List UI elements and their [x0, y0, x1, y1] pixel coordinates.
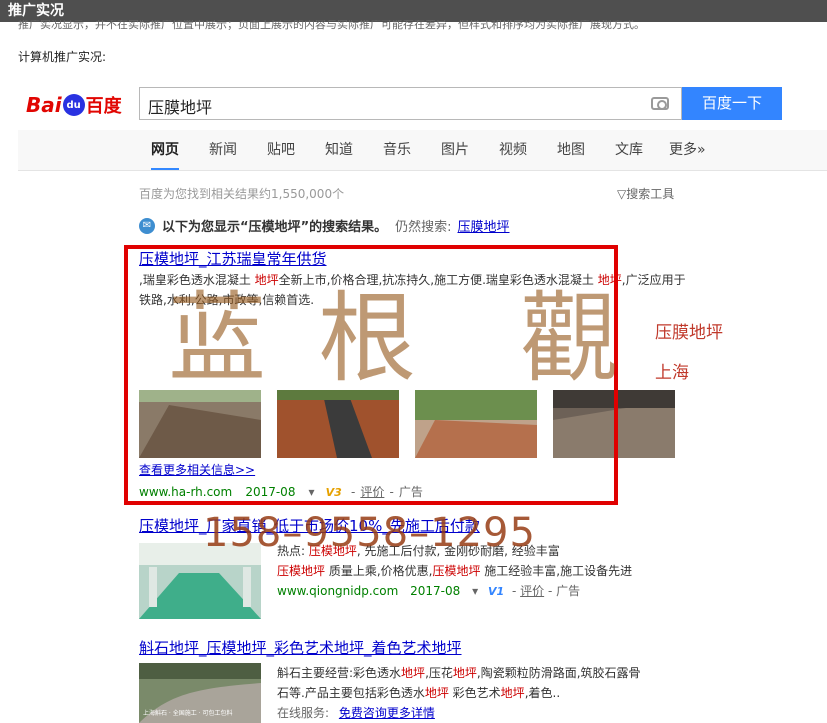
titlebar: 推广实况 — [0, 0, 827, 22]
watermark-char-2: 根 — [318, 282, 417, 396]
search-tools-label: 搜索工具 — [626, 187, 675, 201]
desc-text: 彩色艺术 — [448, 686, 501, 700]
tab-images[interactable]: 图片 — [441, 130, 469, 170]
watermark-char-1: 蓝 — [168, 282, 267, 396]
result2-url[interactable]: www.qiongnidp.com — [277, 584, 398, 598]
tab-more[interactable]: 更多» — [669, 130, 706, 170]
thumb-caption: 上海斛石 · 全国施工 · 可包工包料 — [143, 709, 232, 717]
watermark-label-2: 上海 — [655, 363, 689, 383]
desc-text: 施工经验丰富,施工设备先进 — [480, 564, 633, 578]
notice-icon: ✉ — [139, 217, 155, 234]
keyword-highlight: 地坪 — [500, 686, 525, 700]
result3-title[interactable]: 斛石地坪_压模地坪_彩色艺术地坪_着色艺术地坪 — [139, 637, 462, 658]
correction-notice: ✉ 以下为您显示“ 压模地坪 ”的搜索结果。 仍然搜索: 压膜地坪 — [139, 216, 510, 235]
tab-web[interactable]: 网页 — [151, 130, 179, 170]
notice-keyword: 压模地坪 — [248, 220, 301, 235]
result3-desc: 斛石主要经营:彩色透水地坪,压花地坪,陶瓷颗粒防滑路面,筑胶石露骨 石等.产品主… — [277, 663, 697, 723]
search-input[interactable]: 压膜地坪 — [139, 87, 682, 120]
watermark-phone: 158–9558–1295 — [203, 510, 536, 556]
notice-suffix: ”的搜索结果。 — [300, 220, 388, 235]
baidu-logo[interactable]: Bai du 百度 — [26, 90, 122, 120]
result3-line2: 石等.产品主要包括彩色透水地坪 彩色艺术地坪,着色.. — [277, 683, 697, 703]
disclaimer-line: 推广实况显示，并不在实际推广位置中展示；页面上展示的内容与实际推广可能存在差异，… — [18, 20, 645, 30]
service-label: 在线服务: — [277, 706, 330, 720]
tab-wenku[interactable]: 文库 — [615, 130, 643, 170]
paw-icon: du — [62, 94, 85, 116]
filter-icon: ▽ — [617, 187, 627, 201]
original-query-link[interactable]: 压膜地坪 — [458, 216, 510, 235]
result3-service: 在线服务: 免费咨询更多详情 — [277, 703, 697, 723]
keyword-highlight: 地坪 — [424, 686, 449, 700]
search-query: 压膜地坪 — [148, 98, 213, 117]
desc-text: 质量上乘,价格优惠, — [325, 564, 433, 578]
result2-meta: www.qiongnidp.com 2017-08 ▾ V1 - 评价 - 广告 — [277, 584, 581, 598]
tab-map[interactable]: 地图 — [557, 130, 585, 170]
v-badge-icon[interactable]: V1 — [488, 585, 504, 598]
search-tabs: 网页 新闻 贴吧 知道 音乐 图片 视频 地图 文库 更多» — [18, 130, 827, 171]
logo-text-bai: Bai — [26, 93, 62, 117]
result2-comment-link[interactable]: 评价 — [520, 584, 544, 598]
search-button[interactable]: 百度一下 — [682, 87, 782, 120]
tab-zhidao[interactable]: 知道 — [325, 130, 353, 170]
desc-text: ,陶瓷颗粒防滑路面,筑胶石露骨 — [476, 666, 641, 680]
tab-video[interactable]: 视频 — [499, 130, 527, 170]
keyword-highlight: 压模地坪 — [432, 564, 481, 578]
result2-date: 2017-08 — [410, 584, 461, 598]
intro-label: 计算机推广实况: — [18, 50, 107, 64]
watermark-label-1: 压膜地坪 — [655, 323, 723, 343]
result2-ad-label: 广告 — [556, 584, 581, 598]
notice-prefix: 以下为您显示“ — [162, 220, 249, 235]
watermark-char-3: 觀 — [520, 282, 619, 396]
dropdown-arrow-icon[interactable]: ▾ — [472, 584, 478, 598]
desc-text: ,着色.. — [524, 686, 561, 700]
camera-icon[interactable] — [651, 97, 669, 110]
search-tools[interactable]: ▽搜索工具 — [617, 185, 674, 202]
still-search-label: 仍然搜索: — [395, 220, 452, 235]
result2-line2: 压模地坪 质量上乘,价格优惠,压模地坪 施工经验丰富,施工设备先进 — [277, 561, 697, 581]
desc-text: 斛石主要经营:彩色透水 — [277, 666, 402, 680]
tab-news[interactable]: 新闻 — [209, 130, 237, 170]
result3-line1: 斛石主要经营:彩色透水地坪,压花地坪,陶瓷颗粒防滑路面,筑胶石露骨 — [277, 663, 697, 683]
keyword-highlight: 地坪 — [452, 666, 477, 680]
keyword-highlight: 压模地坪 — [277, 564, 326, 578]
result3-thumb[interactable]: 上海斛石 · 全国施工 · 可包工包料 — [139, 663, 261, 723]
desc-text: ,压花 — [425, 666, 453, 680]
keyword-highlight: 地坪 — [401, 666, 426, 680]
desc-text: 石等.产品主要包括彩色透水 — [277, 686, 425, 700]
result-count: 百度为您找到相关结果约1,550,000个 — [139, 187, 345, 201]
tab-music[interactable]: 音乐 — [383, 130, 411, 170]
logo-text-cn: 百度 — [85, 96, 122, 117]
tab-tieba[interactable]: 贴吧 — [267, 130, 295, 170]
consult-link[interactable]: 免费咨询更多详情 — [339, 706, 435, 720]
